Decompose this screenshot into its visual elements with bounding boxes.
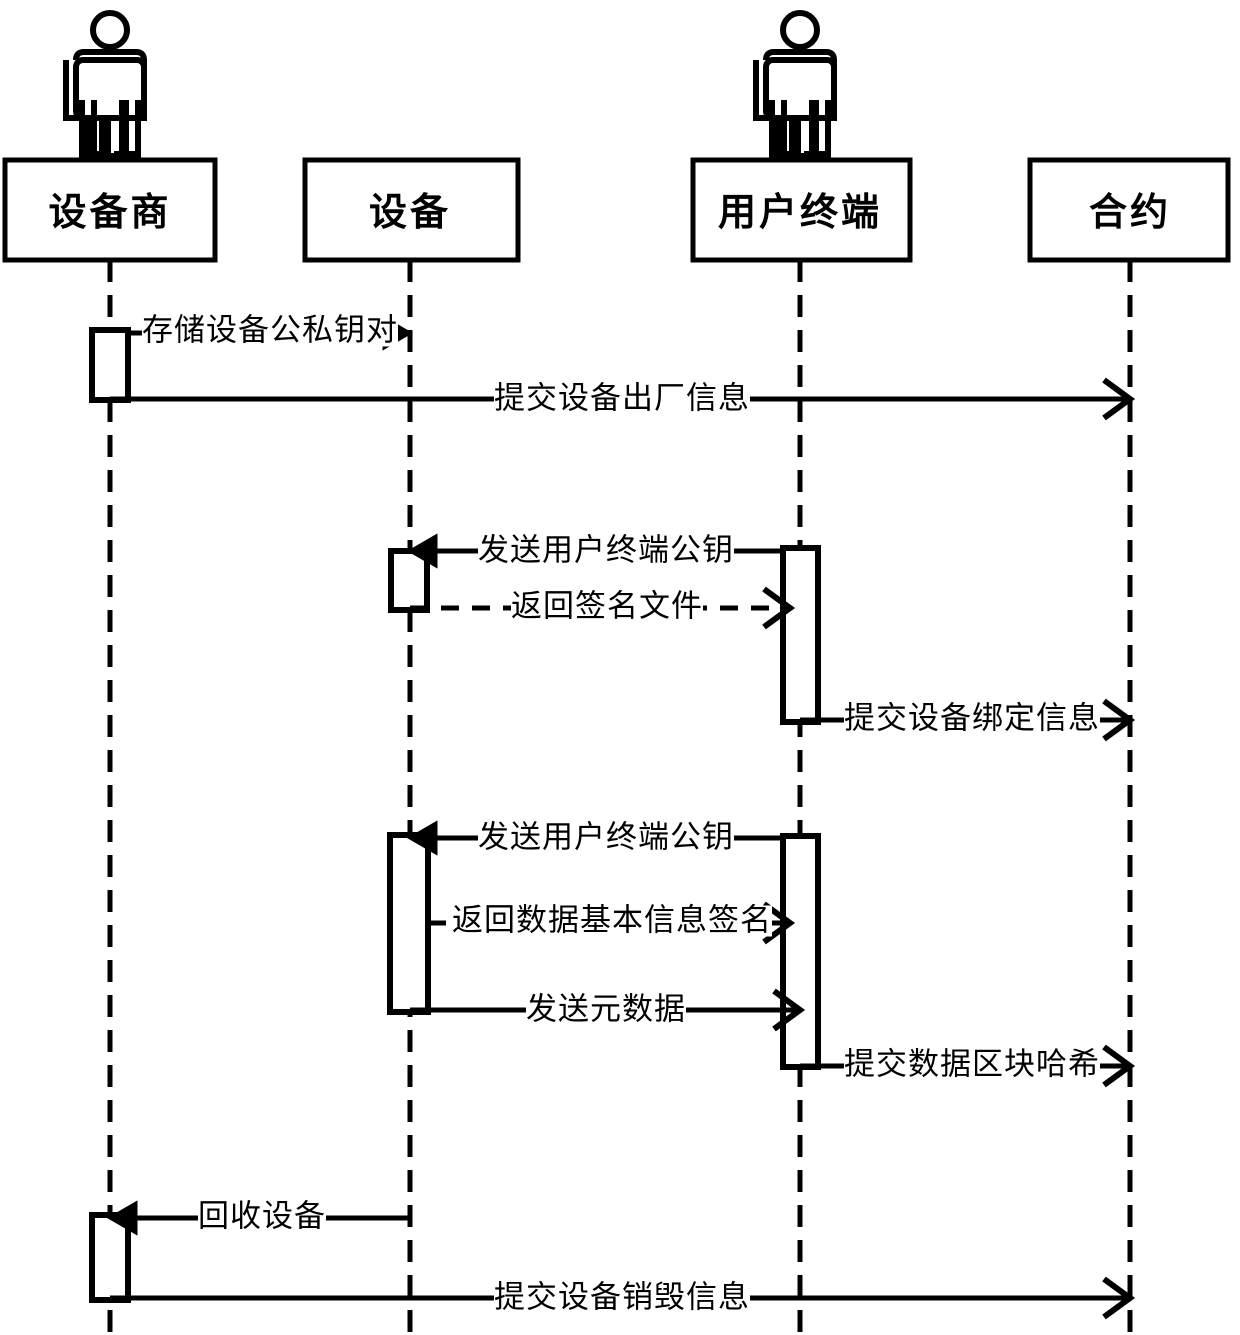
- lifeline-label-contract: 合约: [1088, 189, 1172, 234]
- activation-bar-device[interactable]: [387, 832, 431, 1015]
- message-label-5: 提交设备绑定信息: [844, 700, 1100, 737]
- message-label-10: 回收设备: [198, 1198, 326, 1235]
- lifeline-label-terminal: 用户终端: [717, 189, 883, 234]
- sequence-diagram-canvas: 设备商 设备 用户终端 合约存储设备公私钥对提交设备出厂信息发送用户终端公钥 返回签名文…: [0, 0, 1240, 1335]
- message-label-6: 发送用户终端公钥: [478, 819, 734, 856]
- activation-bar-vendor[interactable]: [89, 327, 131, 403]
- message-label-4: 返回签名文件: [511, 588, 703, 625]
- activation-bar-terminal[interactable]: [780, 545, 821, 725]
- activation-bar-device[interactable]: [388, 548, 430, 613]
- activation-bar-vendor[interactable]: [89, 1212, 131, 1303]
- message-label-7: 返回数据基本信息签名: [452, 902, 772, 939]
- message-label-2: 提交设备出厂信息: [494, 380, 750, 417]
- lifeline-label-vendor: 设备商: [48, 189, 172, 234]
- actor-stick-figure-icon: [63, 10, 147, 159]
- lifeline-label-device: 设备: [368, 189, 452, 234]
- message-label-3: 发送用户终端公钥: [478, 532, 734, 569]
- message-label-11: 提交设备销毁信息: [494, 1279, 750, 1316]
- actor-stick-figure-icon: [753, 10, 837, 159]
- message-label-1: 存储设备公私钥对: [142, 312, 398, 349]
- message-label-9: 提交数据区块哈希: [844, 1046, 1100, 1083]
- message-label-8: 发送元数据: [526, 991, 686, 1028]
- diagram-vector-layer: [2, 10, 1231, 1335]
- activation-bar-terminal[interactable]: [780, 833, 821, 1070]
